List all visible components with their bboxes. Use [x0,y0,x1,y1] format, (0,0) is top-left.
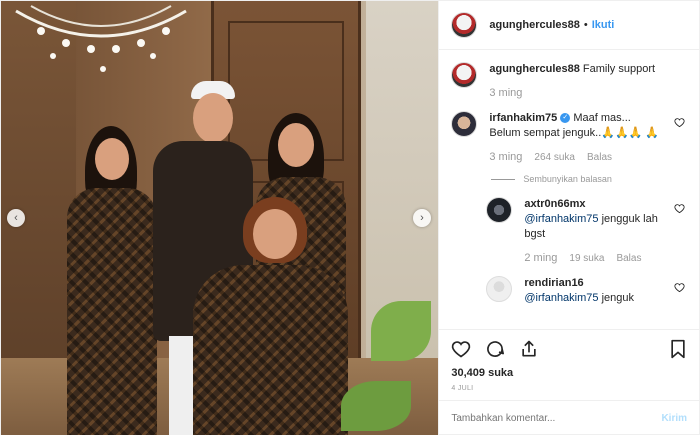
caption-time[interactable]: 3 ming [489,86,522,101]
reply-row: axtr0n66mx @irfanhakim75 jengguk lah bgs… [486,197,687,266]
divider-line [491,178,516,180]
commenter-avatar[interactable] [451,111,478,137]
verified-badge-icon: ✓ [560,113,571,124]
comment-time[interactable]: 3 ming [489,150,522,165]
comments-list[interactable]: agunghercules88 Family support 3 ming ir… [439,50,699,329]
reply-username[interactable]: axtr0n66mx [524,198,585,210]
hide-replies-button[interactable]: Sembunyikan balasan [491,174,687,184]
heart-icon[interactable] [674,282,685,293]
photo-plant [371,301,431,361]
comment-icon[interactable] [485,339,505,359]
post-date[interactable]: 4 JULI [439,379,699,400]
comment-input[interactable] [451,413,662,424]
action-bar [439,329,699,367]
reply-mention-link[interactable]: @irfanhakim75 [524,213,598,225]
reply-text: jenguk [598,292,635,304]
reply-row: rendirian16 @irfanhakim75 jenguk [486,276,687,306]
comment-row: irfanhakim75 ✓ Maaf mas... Belum sempat … [451,111,687,165]
photo-person-seated [193,197,348,435]
add-comment-bar: Kirim [439,400,699,435]
heart-icon[interactable] [451,339,471,359]
post-header: agunghercules88 • Ikuti [439,1,699,50]
caption-text: Family support [582,63,656,75]
follow-button[interactable]: Ikuti [592,19,615,31]
post-photo[interactable]: ‹ › [1,1,439,435]
send-comment-button[interactable]: Kirim [661,413,687,424]
prev-photo-button[interactable]: ‹ [7,209,25,227]
photo-plant [341,381,411,431]
like-count[interactable]: 30,409 suka [439,367,699,379]
share-icon[interactable] [519,339,539,359]
reply-username[interactable]: rendirian16 [524,277,583,289]
reply-time[interactable]: 2 ming [524,251,557,266]
bookmark-icon[interactable] [669,339,687,359]
hide-replies-label: Sembunyikan balasan [523,174,612,184]
chevron-right-icon: › [420,212,424,224]
reply-mention-link[interactable]: @irfanhakim75 [524,292,598,304]
replier-avatar[interactable] [486,197,513,223]
reply-button[interactable]: Balas [587,150,612,165]
author-avatar[interactable] [451,12,478,38]
chevron-left-icon: ‹ [14,212,18,224]
heart-icon[interactable] [674,117,685,128]
replier-avatar[interactable] [486,276,513,302]
comment-username[interactable]: irfanhakim75 [489,112,557,124]
caption-row: agunghercules88 Family support 3 ming [451,62,687,101]
caption-username[interactable]: agunghercules88 [489,63,579,75]
post-container: ‹ › agunghercules88 • Ikuti agunghercule… [0,0,700,435]
heart-icon[interactable] [674,203,685,214]
author-avatar[interactable] [451,62,478,88]
separator-dot: • [583,19,588,31]
comment-likes[interactable]: 264 suka [534,150,575,165]
author-username[interactable]: agunghercules88 [489,19,579,31]
chandelier-graphic [15,5,187,72]
next-photo-button[interactable]: › [413,209,431,227]
reply-button[interactable]: Balas [616,251,641,266]
post-side-panel: agunghercules88 • Ikuti agunghercules88 … [438,1,699,435]
reply-likes[interactable]: 19 suka [569,251,604,266]
